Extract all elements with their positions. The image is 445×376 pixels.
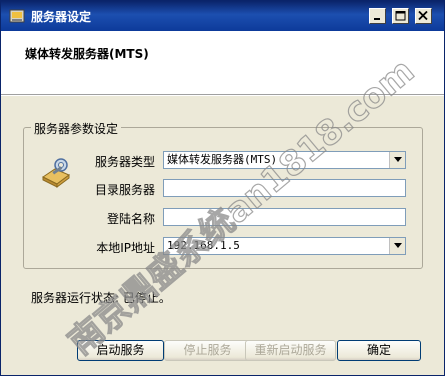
close-icon xyxy=(418,11,428,21)
restart-service-button[interactable]: 重新启动服务 xyxy=(245,340,336,361)
login-name-input[interactable] xyxy=(163,208,406,226)
page-title: 媒体转发服务器(MTS) xyxy=(25,47,149,61)
chevron-down-icon xyxy=(394,157,402,162)
header-divider xyxy=(1,95,444,96)
minimize-icon xyxy=(374,18,380,20)
minimize-button[interactable] xyxy=(369,8,386,24)
maximize-button[interactable] xyxy=(392,8,409,24)
server-type-label: 服务器类型 xyxy=(94,155,155,169)
server-type-value: 媒体转发服务器(MTS) xyxy=(167,153,278,166)
group-legend: 服务器参数设定 xyxy=(31,120,122,137)
server-type-select[interactable]: 媒体转发服务器(MTS) xyxy=(163,151,406,169)
local-ip-label: 本地IP地址 xyxy=(96,241,155,255)
settings-wrench-icon xyxy=(39,155,75,191)
directory-server-input[interactable] xyxy=(163,179,406,197)
ok-button[interactable]: 确定 xyxy=(337,340,421,361)
app-window-icon xyxy=(9,8,25,24)
maximize-icon xyxy=(395,11,406,21)
close-button[interactable] xyxy=(415,8,432,24)
local-ip-value: 192.168.1.5 xyxy=(167,239,240,252)
login-name-label: 登陆名称 xyxy=(106,212,155,226)
chevron-down-icon xyxy=(394,243,402,248)
dialog-window: 服务器设定 媒体转发服务器(MTS) 服务器参数设定 服务器类型 媒体转发服务器… xyxy=(0,0,445,376)
server-status-text: 服务器运行状态: 已停止。 xyxy=(31,291,171,305)
stop-service-button[interactable]: 停止服务 xyxy=(164,340,251,361)
header-panel: 媒体转发服务器(MTS) xyxy=(1,31,444,95)
start-service-button[interactable]: 启动服务 xyxy=(77,340,164,361)
local-ip-select[interactable]: 192.168.1.5 xyxy=(163,237,406,255)
window-title: 服务器设定 xyxy=(31,10,92,24)
directory-server-label: 目录服务器 xyxy=(94,183,155,197)
server-type-dropdown-button[interactable] xyxy=(389,152,405,168)
local-ip-dropdown-button[interactable] xyxy=(389,238,405,254)
title-bar[interactable]: 服务器设定 xyxy=(1,1,444,31)
